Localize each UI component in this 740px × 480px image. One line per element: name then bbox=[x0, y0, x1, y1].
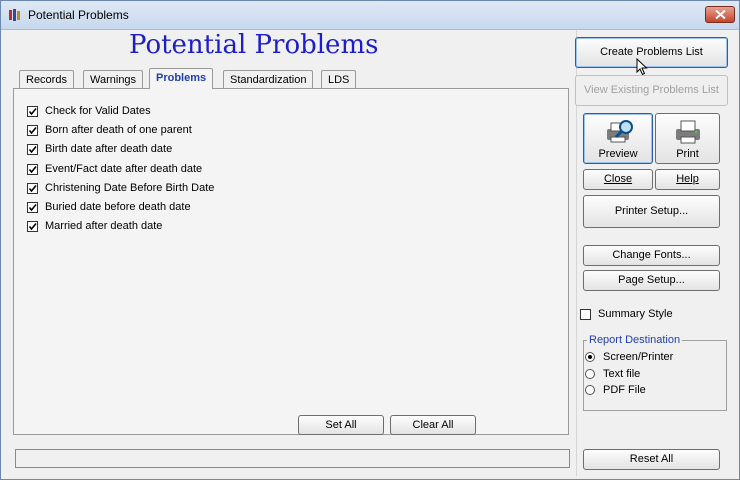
radio-pdf-file[interactable]: PDF File bbox=[585, 383, 646, 397]
radio-screen-printer[interactable]: Screen/Printer bbox=[585, 350, 673, 364]
printer-icon bbox=[676, 120, 700, 144]
problem-born-after-parent-death[interactable]: Born after death of one parent bbox=[27, 123, 192, 139]
dialog-window: Potential Problems Potential Problems Re… bbox=[0, 0, 740, 480]
help-button[interactable]: Help bbox=[655, 169, 720, 190]
checkbox-label: Check for Valid Dates bbox=[45, 105, 151, 118]
problem-event-after-death[interactable]: Event/Fact date after death date bbox=[27, 162, 202, 178]
checkbox-label: Event/Fact date after death date bbox=[45, 163, 203, 176]
printer-setup-button[interactable]: Printer Setup... bbox=[583, 195, 720, 228]
tab-warnings[interactable]: Warnings bbox=[83, 70, 144, 88]
checkmark-icon bbox=[28, 165, 37, 173]
problem-birth-after-death[interactable]: Birth date after death date bbox=[27, 142, 172, 158]
radio-button[interactable] bbox=[585, 369, 595, 380]
button-label: Create Problems List bbox=[600, 46, 703, 58]
summary-style-checkbox[interactable] bbox=[580, 308, 591, 320]
button-label: Preview bbox=[598, 148, 638, 160]
window-close-button[interactable] bbox=[705, 6, 735, 23]
report-destination-legend: Report Destination bbox=[587, 334, 683, 346]
button-label: Print bbox=[676, 148, 699, 160]
problem-check-valid-dates[interactable]: Check for Valid Dates bbox=[27, 104, 151, 120]
mouse-cursor-icon bbox=[636, 58, 648, 76]
checkbox[interactable] bbox=[27, 201, 38, 213]
checkmark-icon bbox=[28, 203, 37, 211]
checkbox[interactable] bbox=[27, 163, 38, 175]
preview-button[interactable]: Preview bbox=[583, 113, 653, 164]
checkbox-label: Birth date after death date bbox=[45, 143, 173, 156]
page-setup-button[interactable]: Page Setup... bbox=[583, 270, 720, 291]
close-button[interactable]: Close bbox=[583, 169, 653, 190]
set-all-button[interactable]: Set All bbox=[298, 415, 384, 435]
family-tree-app-icon bbox=[8, 8, 22, 22]
window-title: Potential Problems bbox=[28, 8, 129, 22]
checkmark-icon bbox=[28, 184, 37, 192]
radio-text-file[interactable]: Text file bbox=[585, 367, 640, 381]
close-icon bbox=[715, 10, 726, 19]
checkbox-label: Summary Style bbox=[598, 308, 673, 320]
create-problems-list-button[interactable]: Create Problems List bbox=[575, 37, 728, 68]
problem-married-after-death[interactable]: Married after death date bbox=[27, 219, 162, 235]
radio-label: PDF File bbox=[603, 384, 646, 396]
radio-button[interactable] bbox=[585, 385, 595, 396]
checkbox[interactable] bbox=[27, 105, 38, 117]
checkbox[interactable] bbox=[27, 182, 38, 194]
checkbox-label: Buried date before death date bbox=[45, 201, 191, 214]
checkbox[interactable] bbox=[27, 143, 38, 155]
checkmark-icon bbox=[28, 107, 37, 115]
reset-all-button[interactable]: Reset All bbox=[583, 449, 720, 470]
page-title: Potential Problems bbox=[129, 30, 379, 60]
radio-button[interactable] bbox=[585, 352, 595, 363]
checkbox[interactable] bbox=[27, 220, 38, 232]
checkmark-icon bbox=[28, 126, 37, 134]
dialog-client: Potential Problems Records Warnings Prob… bbox=[7, 30, 735, 476]
checkbox-label: Born after death of one parent bbox=[45, 124, 192, 137]
status-bar bbox=[15, 449, 570, 468]
change-fonts-button[interactable]: Change Fonts... bbox=[583, 245, 720, 266]
tab-standardization[interactable]: Standardization bbox=[223, 70, 314, 88]
button-label: Close bbox=[603, 173, 633, 185]
tab-lds[interactable]: LDS bbox=[321, 70, 357, 88]
problem-christening-before-birth[interactable]: Christening Date Before Birth Date bbox=[27, 181, 214, 197]
view-existing-problems-list-button[interactable]: View Existing Problems List bbox=[575, 75, 728, 106]
tab-problems[interactable]: Problems bbox=[149, 68, 214, 89]
summary-style-checkbox-row[interactable]: Summary Style bbox=[580, 307, 673, 321]
checkbox[interactable] bbox=[27, 124, 38, 136]
button-label: Help bbox=[676, 173, 699, 185]
checkbox-label: Married after death date bbox=[45, 220, 163, 233]
radio-label: Text file bbox=[603, 368, 641, 380]
title-bar[interactable]: Potential Problems bbox=[1, 1, 739, 30]
checkmark-icon bbox=[28, 145, 37, 153]
preview-magnifier-icon bbox=[607, 120, 633, 143]
checkbox-label: Christening Date Before Birth Date bbox=[45, 182, 215, 195]
tab-records[interactable]: Records bbox=[19, 70, 74, 88]
checkmark-icon bbox=[28, 222, 37, 230]
radio-label: Screen/Printer bbox=[603, 351, 674, 363]
problems-panel bbox=[13, 88, 569, 435]
clear-all-button[interactable]: Clear All bbox=[390, 415, 476, 435]
problem-buried-before-death[interactable]: Buried date before death date bbox=[27, 200, 191, 216]
print-button[interactable]: Print bbox=[655, 113, 720, 164]
